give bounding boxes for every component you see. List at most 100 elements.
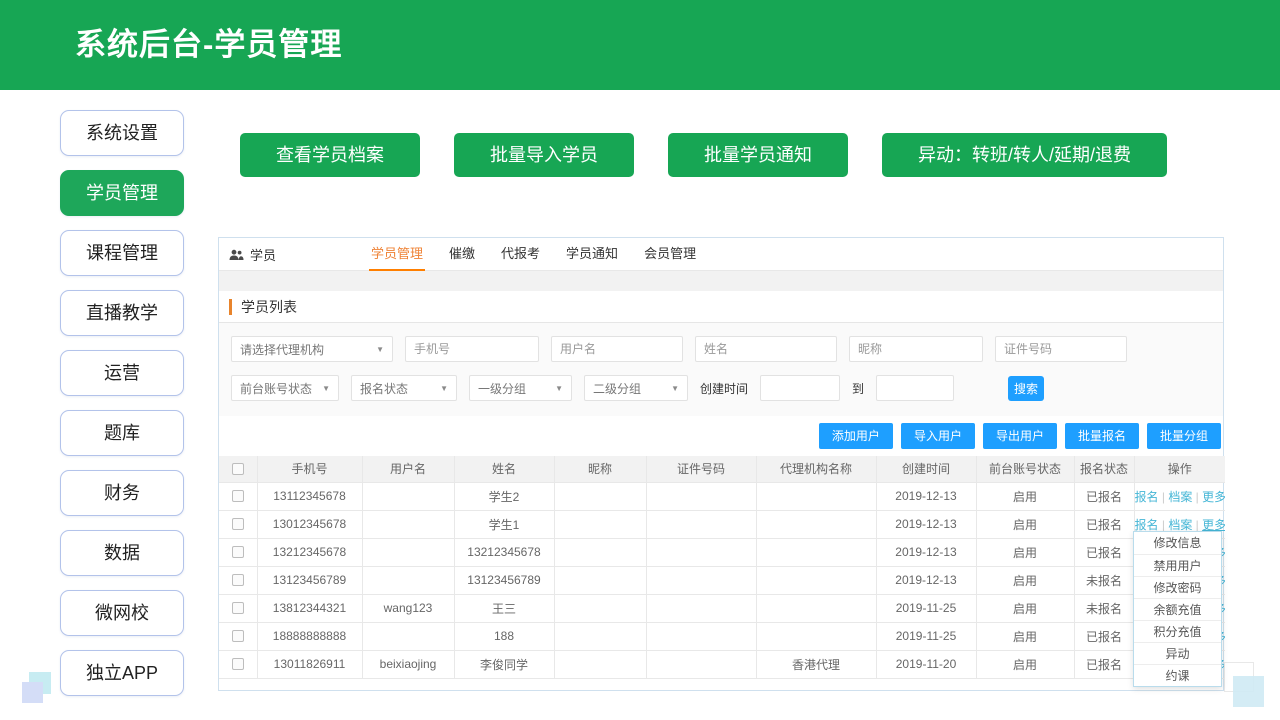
account-status-select[interactable]: 前台账号状态 ▼ <box>231 375 339 401</box>
bulk-button[interactable]: 导出用户 <box>983 423 1057 449</box>
menu-item-积分充值[interactable]: 积分充值 <box>1134 620 1221 642</box>
tab-会员管理[interactable]: 会员管理 <box>642 238 698 271</box>
tab-代报考[interactable]: 代报考 <box>499 238 542 271</box>
bulk-actions: 添加用户导入用户导出用户批量报名批量分组 <box>219 416 1223 456</box>
row-checkbox[interactable] <box>232 490 244 502</box>
sidebar-item-独立APP[interactable]: 独立APP <box>60 650 184 696</box>
bulk-button[interactable]: 导入用户 <box>901 423 975 449</box>
cell-name: 13123456789 <box>454 566 554 594</box>
row-checkbox[interactable] <box>232 602 244 614</box>
row-checkbox-cell <box>219 650 257 678</box>
row-checkbox[interactable] <box>232 546 244 558</box>
sidebar-item-财务[interactable]: 财务 <box>60 470 184 516</box>
sidebar-item-运营[interactable]: 运营 <box>60 350 184 396</box>
sidebar-item-微网校[interactable]: 微网校 <box>60 590 184 636</box>
quick-action-button[interactable]: 批量学员通知 <box>668 133 848 177</box>
bulk-button[interactable]: 批量报名 <box>1065 423 1139 449</box>
sidebar-item-数据[interactable]: 数据 <box>60 530 184 576</box>
agency-select[interactable]: 请选择代理机构 ▼ <box>231 336 393 362</box>
sidebar-item-题库[interactable]: 题库 <box>60 410 184 456</box>
tab-学员通知[interactable]: 学员通知 <box>564 238 620 271</box>
panel-title: 学员 <box>229 238 276 271</box>
section-title-bar <box>229 299 232 315</box>
row-checkbox[interactable] <box>232 518 244 530</box>
op-link-报名[interactable]: 报名 <box>1135 490 1159 504</box>
phone-filter-input[interactable] <box>405 336 539 362</box>
link-separator: | <box>1159 490 1169 504</box>
sidebar-item-系统设置[interactable]: 系统设置 <box>60 110 184 156</box>
bulk-button[interactable]: 批量分组 <box>1147 423 1221 449</box>
column-header: 创建时间 <box>876 456 976 482</box>
row-checkbox-cell <box>219 482 257 510</box>
page-title: 系统后台-学员管理 <box>75 0 342 90</box>
cell-id_number <box>646 622 756 650</box>
column-header: 手机号 <box>257 456 362 482</box>
group1-select[interactable]: 一级分组 ▼ <box>469 375 572 401</box>
name-filter-input[interactable] <box>695 336 837 362</box>
menu-item-异动[interactable]: 异动 <box>1134 642 1221 664</box>
row-actions: 报名 | 档案 | 更多 <box>1134 482 1225 510</box>
search-button[interactable]: 搜索 <box>1008 376 1044 401</box>
sidebar-item-课程管理[interactable]: 课程管理 <box>60 230 184 276</box>
menu-item-余额充值[interactable]: 余额充值 <box>1134 598 1221 620</box>
username-filter-input[interactable] <box>551 336 683 362</box>
tab-催缴[interactable]: 催缴 <box>447 238 477 271</box>
group2-select[interactable]: 二级分组 ▼ <box>584 375 688 401</box>
op-link-更多[interactable]: 更多 <box>1202 490 1225 504</box>
cell-nickname <box>554 566 646 594</box>
menu-item-禁用用户[interactable]: 禁用用户 <box>1134 554 1221 576</box>
tab-学员管理[interactable]: 学员管理 <box>369 238 425 271</box>
op-link-档案[interactable]: 档案 <box>1168 518 1192 532</box>
create-time-start-input[interactable] <box>760 375 840 401</box>
menu-item-修改信息[interactable]: 修改信息 <box>1134 532 1221 554</box>
row-checkbox[interactable] <box>232 658 244 670</box>
cell-id_number <box>646 650 756 678</box>
nickname-filter-input[interactable] <box>849 336 983 362</box>
filter-row-1: 请选择代理机构 ▼ <box>231 336 1211 362</box>
cell-name: 13212345678 <box>454 538 554 566</box>
row-checkbox[interactable] <box>232 630 244 642</box>
more-actions-dropdown: 修改信息禁用用户修改密码余额充值积分充值异动约课 <box>1133 531 1222 687</box>
idnumber-filter-input[interactable] <box>995 336 1127 362</box>
filter-area: 请选择代理机构 ▼ 前台账号状态 ▼ 报名状态 ▼ 一级分组 ▼ 二级 <box>219 323 1223 416</box>
agency-select-placeholder: 请选择代理机构 <box>240 341 324 358</box>
signup-status-select[interactable]: 报名状态 ▼ <box>351 375 457 401</box>
quick-action-button[interactable]: 异动：转班/转人/延期/退费 <box>882 133 1167 177</box>
cell-agency <box>756 594 876 622</box>
cell-phone: 13011826911 <box>257 650 362 678</box>
cell-phone: 13012345678 <box>257 510 362 538</box>
quick-action-button[interactable]: 查看学员档案 <box>240 133 420 177</box>
row-checkbox-cell <box>219 510 257 538</box>
table-row: 188888888881882019-11-25启用已报名报名 | 档案 | 更… <box>219 622 1225 650</box>
panel-gap <box>219 271 1223 291</box>
cell-status: 启用 <box>976 482 1074 510</box>
cell-id_number <box>646 510 756 538</box>
cell-agency: 香港代理 <box>756 650 876 678</box>
chevron-down-icon: ▼ <box>440 384 448 393</box>
cell-id_number <box>646 538 756 566</box>
op-link-档案[interactable]: 档案 <box>1168 490 1192 504</box>
cell-phone: 13123456789 <box>257 566 362 594</box>
op-link-更多[interactable]: 更多 <box>1202 518 1225 532</box>
cell-status: 启用 <box>976 650 1074 678</box>
cell-status: 启用 <box>976 566 1074 594</box>
create-time-label: 创建时间 <box>700 380 748 397</box>
op-link-报名[interactable]: 报名 <box>1135 518 1159 532</box>
bulk-button[interactable]: 添加用户 <box>819 423 893 449</box>
cell-nickname <box>554 594 646 622</box>
quick-actions: 查看学员档案批量导入学员批量学员通知异动：转班/转人/延期/退费 <box>240 133 1167 177</box>
select-all-checkbox[interactable] <box>232 463 244 475</box>
cell-phone: 18888888888 <box>257 622 362 650</box>
menu-item-约课[interactable]: 约课 <box>1134 664 1221 686</box>
cell-agency <box>756 510 876 538</box>
sidebar-item-学员管理[interactable]: 学员管理 <box>60 170 184 216</box>
sidebar-item-直播教学[interactable]: 直播教学 <box>60 290 184 336</box>
quick-action-button[interactable]: 批量导入学员 <box>454 133 634 177</box>
menu-item-修改密码[interactable]: 修改密码 <box>1134 576 1221 598</box>
row-checkbox[interactable] <box>232 574 244 586</box>
cell-signup-status: 未报名 <box>1074 566 1134 594</box>
create-time-end-input[interactable] <box>876 375 954 401</box>
cell-nickname <box>554 650 646 678</box>
column-header: 前台账号状态 <box>976 456 1074 482</box>
cell-id_number <box>646 594 756 622</box>
